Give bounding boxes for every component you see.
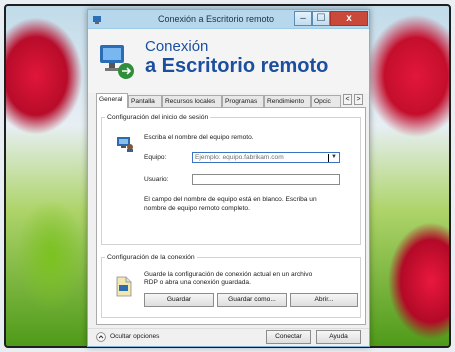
equipo-combobox-value: Ejemplo: equipo.fabrikam.com [195,154,284,161]
tab-pantalla[interactable]: Pantalla [128,95,162,107]
title-bar: Conexión a Escritorio remoto – ☐ x [88,10,369,29]
window-header: Conexión a Escritorio remoto [88,29,369,93]
tab-scroll-left-button[interactable]: < [343,94,352,105]
tab-recursos-locales[interactable]: Recursos locales [162,95,222,107]
login-settings-legend: Configuración del inicio de sesión [107,114,209,121]
hide-options-link[interactable]: Ocultar opciones [110,333,159,341]
rdp-window: Conexión a Escritorio remoto – ☐ x Conex… [87,9,370,347]
connect-button[interactable]: Conectar [266,330,311,344]
tab-opciones[interactable]: Opcic [311,95,341,107]
tab-programas[interactable]: Programas [222,95,264,107]
collapse-options-icon[interactable] [96,332,106,342]
connection-desc-line1: Guarde la configuración de conexión actu… [144,271,313,278]
general-tab-panel: Configuración del inicio de sesión Escri… [96,107,366,325]
tab-general[interactable]: General [96,93,128,108]
help-button[interactable]: Ayuda [316,330,361,344]
tab-strip: General Pantalla Recursos locales Progra… [96,93,366,108]
usuario-label: Usuario: [144,176,169,183]
save-as-button[interactable]: Guardar como... [217,293,287,307]
header-title-line1: Conexión [145,38,209,55]
connection-settings-group: Configuración de la conexión Guarde la c… [101,254,361,318]
equipo-combobox[interactable]: Ejemplo: equipo.fabrikam.com ▼ [192,152,340,163]
header-title-line2: a Escritorio remoto [145,55,329,77]
chevron-down-icon[interactable]: ▼ [331,153,337,162]
usuario-input[interactable] [192,174,340,185]
connection-settings-legend: Configuración de la conexión [107,254,195,261]
equipo-label: Equipo: [144,154,167,161]
footer-separator [88,328,369,329]
login-note-line2: nombre de equipo remoto completo. [144,205,250,212]
tab-scroll-right-button[interactable]: > [354,94,363,105]
tab-rendimiento[interactable]: Rendimiento [264,95,311,107]
text-caret [328,154,329,162]
maximize-button[interactable]: ☐ [312,11,330,26]
login-settings-group: Configuración del inicio de sesión Escri… [101,114,361,245]
remote-desktop-app-icon [93,16,101,24]
login-note-line1: El campo del nombre de equipo está en bl… [144,196,317,203]
login-instruction: Escriba el nombre del equipo remoto. [144,134,254,141]
window-title: Conexión a Escritorio remoto [158,14,275,24]
minimize-button[interactable]: – [294,11,312,26]
close-button[interactable]: x [330,11,368,26]
save-button[interactable]: Guardar [144,293,214,307]
remote-desktop-logo-icon [100,45,134,79]
rdp-file-icon [116,276,132,297]
connection-desc-line2: RDP o abra una conexión guardada. [144,279,251,286]
computer-user-icon [117,137,133,152]
open-button[interactable]: Abrir... [290,293,358,307]
